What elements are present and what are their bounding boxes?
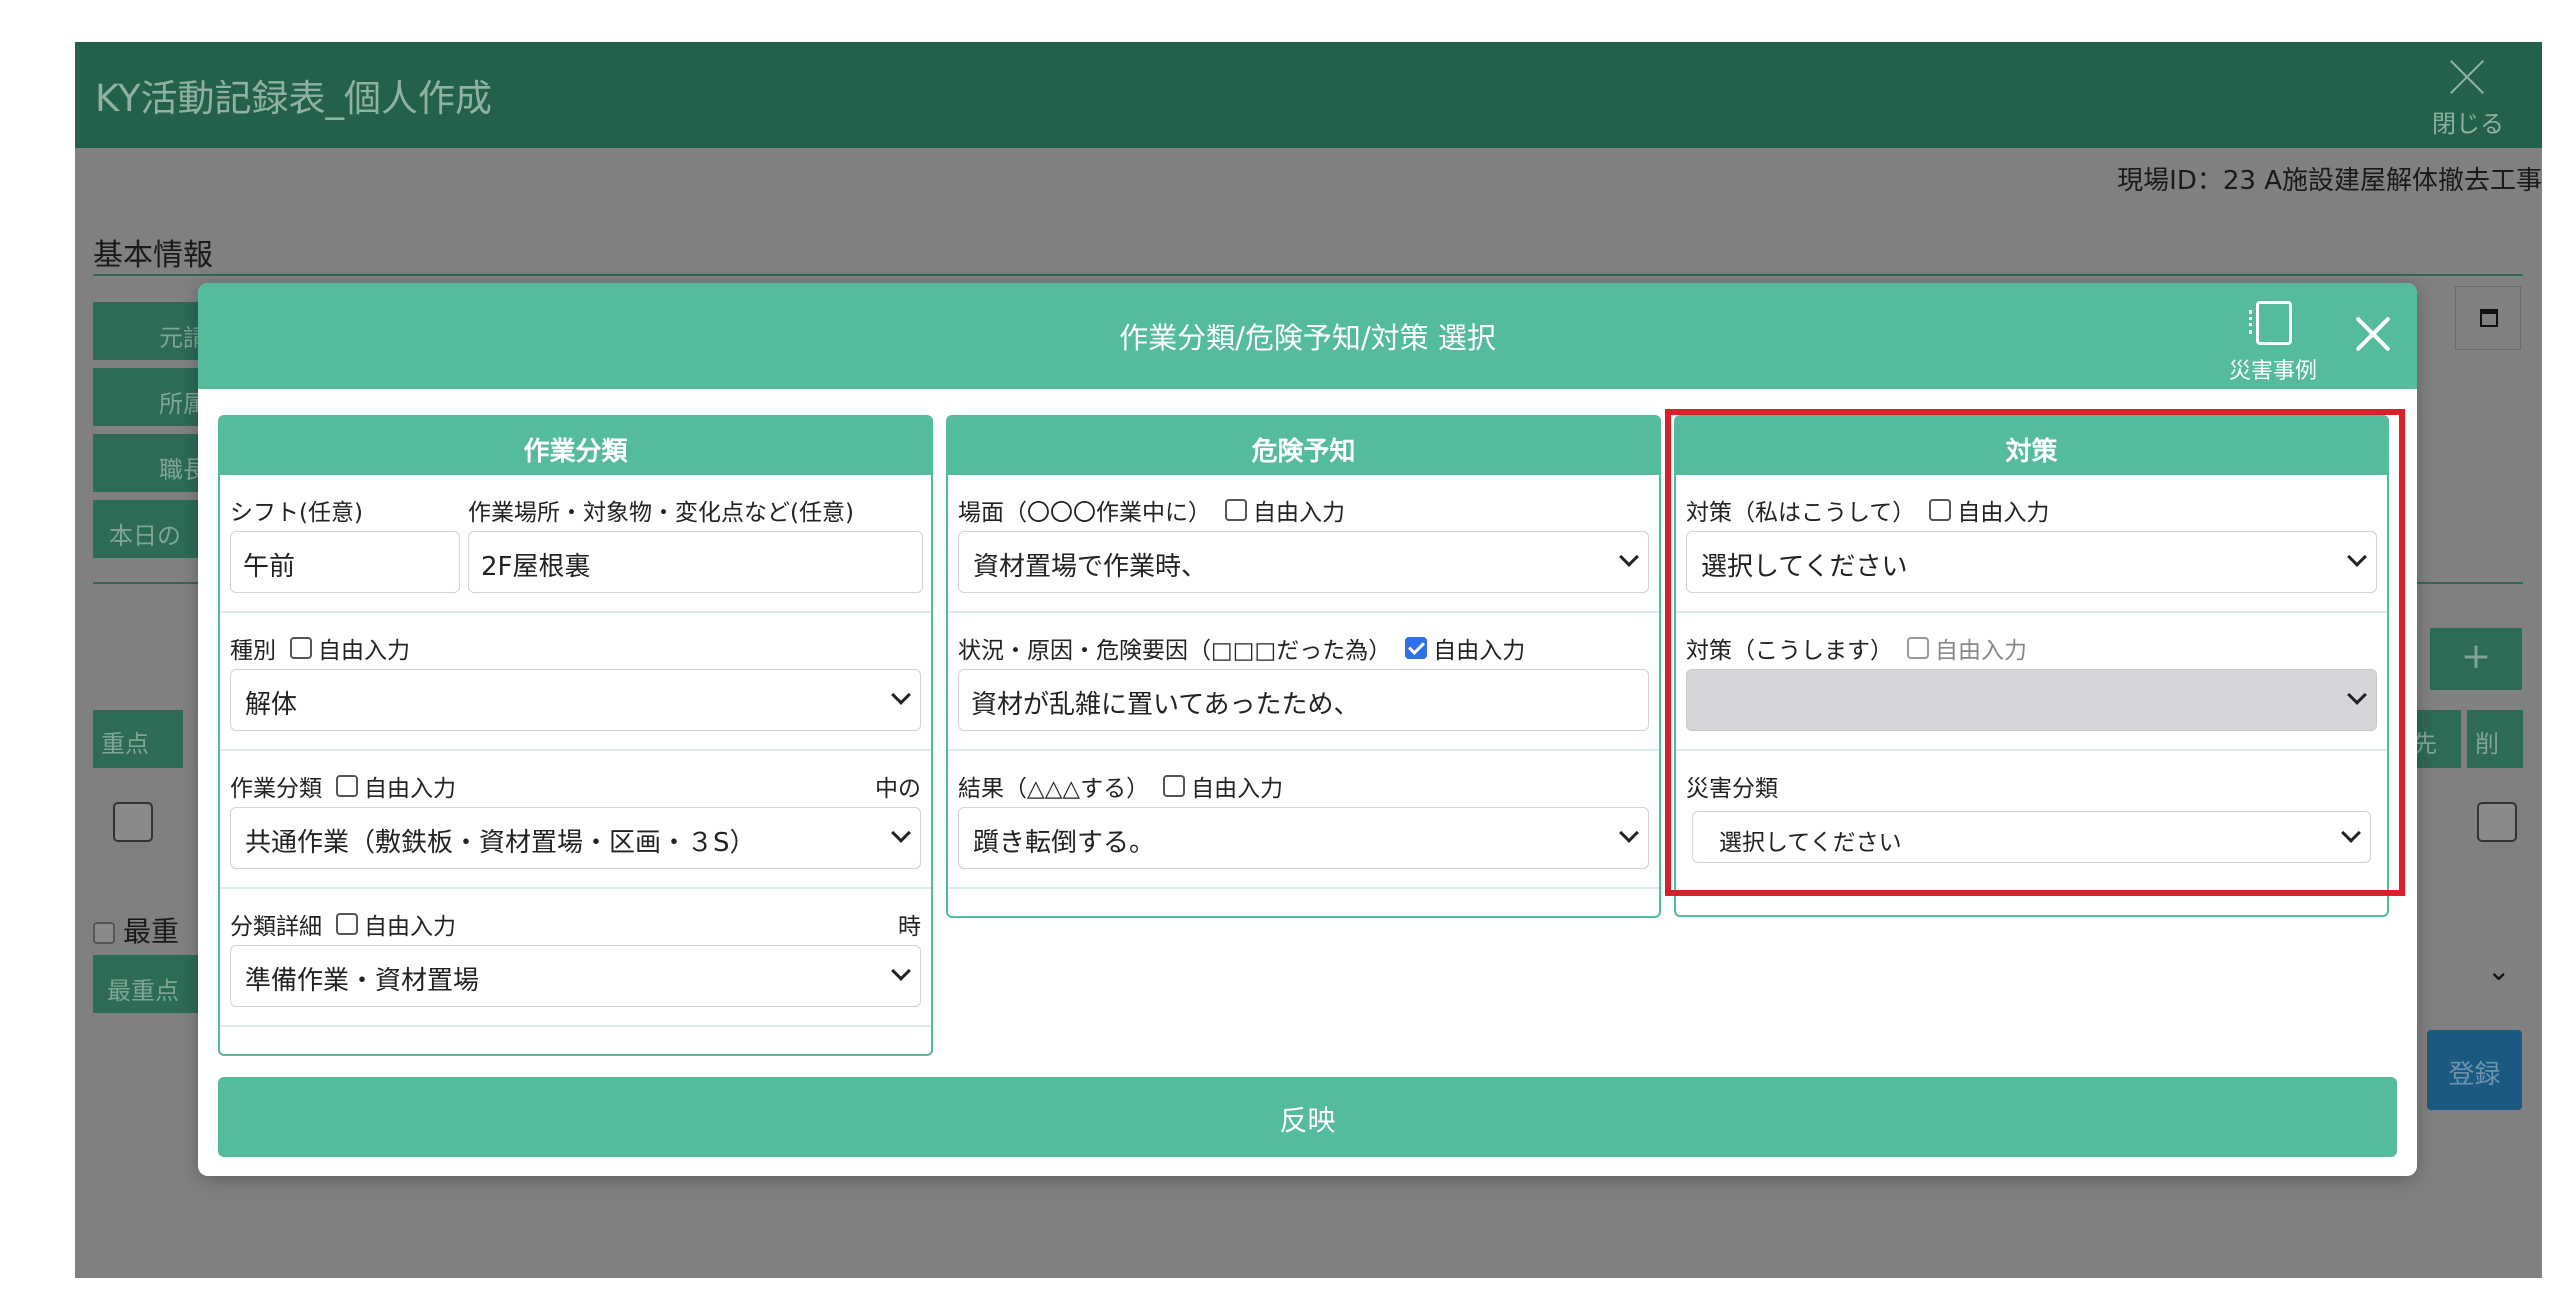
chevron-down-icon: ⌄ (2487, 954, 2511, 987)
notebook-icon (2249, 301, 2292, 345)
chevron-down-icon (2347, 547, 2367, 567)
shift-label: シフト(任意) (230, 500, 363, 526)
calendar-icon (2480, 309, 2498, 327)
chevron-down-icon (891, 823, 911, 843)
panel-title: 対策 (1676, 417, 2387, 475)
site-id-text: 現場ID：23 A施設建屋解体撤去工事 (2117, 166, 2542, 196)
category-label: 作業分類 自由入力 (230, 775, 456, 802)
section-divider (93, 274, 2523, 276)
field-kind: 種別 自由入力 解体 (220, 613, 931, 751)
scene-free-input-checkbox[interactable] (1225, 499, 1247, 521)
section-basic-info-title: 基本情報 (93, 238, 213, 273)
chevron-down-icon (2347, 685, 2367, 705)
field-disaster-category: 災害分類 選択してください (1676, 751, 2387, 881)
app-close-label: 閉じる (2432, 110, 2504, 138)
bg-add-button[interactable]: + (2430, 628, 2522, 690)
panel-hazard-prediction: 危険予知 場面（〇〇〇作業中に） 自由入力 資材置場で作業時、 状況・原因・危険要… (946, 415, 1661, 918)
chevron-down-icon (891, 961, 911, 981)
field-cause: 状況・原因・危険要因（□□□だった為） 自由入力 資材が乱雑に置いてあったため、 (948, 613, 1659, 751)
modal-title: 作業分類/危険予知/対策 選択 (1119, 321, 1496, 355)
modal-close-icon[interactable] (2348, 309, 2398, 359)
scene-label: 場面（〇〇〇作業中に） 自由入力 (958, 499, 1345, 526)
app-header: KY活動記録表_個人作成 閉じる (75, 42, 2542, 148)
bg-field-label-contractor: 元請 (93, 302, 213, 360)
cause-input[interactable]: 資材が乱雑に置いてあったため、 (958, 669, 1649, 731)
result-free-input-checkbox[interactable] (1163, 775, 1186, 797)
measure-will-select[interactable] (1686, 669, 2377, 731)
panel-title: 作業分類 (220, 417, 931, 475)
measure-will-free-input-checkbox[interactable] (1907, 637, 1929, 659)
field-measure-will: 対策（こうします） 自由入力 (1676, 613, 2387, 751)
kind-label: 種別 自由入力 (230, 637, 410, 664)
shift-input[interactable]: 午前 (230, 531, 460, 593)
category-free-input-checkbox[interactable] (336, 775, 358, 797)
category-select[interactable]: 共通作業（敷鉄板・資材置場・区画・３S） (230, 807, 921, 869)
modal-header: 作業分類/危険予知/対策 選択 災害事例 (198, 283, 2417, 389)
detail-right-text: 時 (898, 914, 921, 940)
chevron-down-icon (2341, 823, 2361, 843)
field-detail: 分類詳細 自由入力 時 準備作業・資材置場 (220, 889, 931, 1027)
measure-mine-label: 対策（私はこうして） 自由入力 (1686, 499, 2050, 526)
bg-priority-checkbox-label[interactable]: 最重 (93, 910, 179, 950)
bg-table-header-priority: 重点 (93, 710, 183, 768)
cause-label: 状況・原因・危険要因（□□□だった為） 自由入力 (958, 637, 1526, 664)
kind-free-input-checkbox[interactable] (290, 637, 312, 659)
bg-table-header-delete: 削 (2467, 710, 2523, 768)
bg-field-label-affiliation: 所属 (93, 368, 213, 426)
bg-date-picker[interactable] (2455, 286, 2521, 350)
bg-priority-button[interactable]: 最重点 (93, 955, 203, 1013)
kind-select[interactable]: 解体 (230, 669, 921, 731)
place-input[interactable]: 2F屋根裏 (468, 531, 923, 593)
panel-countermeasure: 対策 対策（私はこうして） 自由入力 選択してください 対策（こうします） 自由入力… (1674, 415, 2389, 917)
detail-select[interactable]: 準備作業・資材置場 (230, 945, 921, 1007)
field-shift-place: シフト(任意) 作業場所・対象物・変化点など(任意) 午前 2F屋根裏 (220, 475, 931, 613)
bg-row-checkbox[interactable] (113, 802, 153, 842)
bg-row-delete-checkbox[interactable] (2477, 802, 2517, 842)
result-select[interactable]: 躓き転倒する。 (958, 807, 1649, 869)
field-result: 結果（△△△する） 自由入力 躓き転倒する。 (948, 751, 1659, 889)
chevron-down-icon (1619, 823, 1639, 843)
scene-select[interactable]: 資材置場で作業時、 (958, 531, 1649, 593)
bg-register-button[interactable]: 登録 (2427, 1030, 2522, 1110)
measure-mine-free-input-checkbox[interactable] (1929, 499, 1952, 521)
bg-field-label-foreman: 職長 (93, 434, 213, 492)
detail-free-input-checkbox[interactable] (336, 913, 358, 935)
chevron-down-icon (891, 685, 911, 705)
field-category: 作業分類 自由入力 中の 共通作業（敷鉄板・資材置場・区画・３S） (220, 751, 931, 889)
selection-modal: 作業分類/危険予知/対策 選択 災害事例 作業分類 シフト(任意) 作業場所・対… (198, 283, 2417, 1176)
measure-mine-select[interactable]: 選択してください (1686, 531, 2377, 593)
place-label: 作業場所・対象物・変化点など(任意) (468, 500, 854, 526)
measure-will-label: 対策（こうします） 自由入力 (1686, 637, 2027, 664)
close-icon (2442, 52, 2492, 102)
disaster-examples-label: 災害事例 (2228, 359, 2317, 384)
app-close-button[interactable]: 閉じる (2412, 52, 2522, 142)
reflect-button[interactable]: 反映 (218, 1077, 2397, 1157)
disaster-category-select[interactable]: 選択してください (1692, 811, 2371, 863)
bg-field-label-today: 本日の (93, 500, 213, 558)
disaster-category-label: 災害分類 (1686, 776, 1778, 802)
field-scene: 場面（〇〇〇作業中に） 自由入力 資材置場で作業時、 (948, 475, 1659, 613)
app-title: KY活動記録表_個人作成 (95, 77, 493, 120)
result-label: 結果（△△△する） 自由入力 (958, 775, 1284, 802)
panel-title: 危険予知 (948, 417, 1659, 475)
detail-label: 分類詳細 自由入力 (230, 913, 456, 940)
chevron-down-icon (1619, 547, 1639, 567)
disaster-examples-button[interactable]: 災害事例 (2218, 297, 2328, 384)
field-measure-mine: 対策（私はこうして） 自由入力 選択してください (1676, 475, 2387, 613)
panel-work-category: 作業分類 シフト(任意) 作業場所・対象物・変化点など(任意) 午前 2F屋根裏… (218, 415, 933, 1056)
category-right-text: 中の (875, 776, 921, 802)
cause-free-input-checkbox[interactable] (1405, 637, 1428, 659)
